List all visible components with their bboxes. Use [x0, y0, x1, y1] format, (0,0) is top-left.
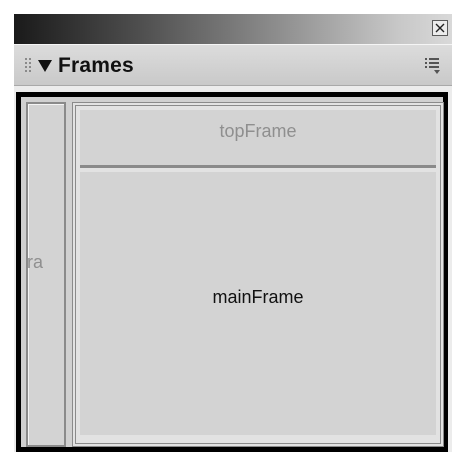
gripper-icon[interactable] — [25, 58, 31, 75]
collapse-toggle[interactable]: Frames — [38, 53, 134, 79]
main-frame-label: mainFrame — [212, 287, 304, 307]
panel-header[interactable]: Frames — [14, 44, 452, 86]
root-frameset[interactable]: Fra topFrame mainFrame — [16, 92, 448, 452]
top-frame[interactable]: topFrame — [80, 110, 436, 168]
frames-content: Fra topFrame mainFrame — [14, 86, 452, 452]
close-button[interactable] — [432, 20, 448, 36]
panel-titlebar[interactable] — [14, 14, 452, 44]
triangle-down-icon — [38, 60, 52, 72]
left-frame[interactable]: Fra — [26, 102, 66, 447]
frames-panel: Frames Fra topFrame mainFrame — [14, 14, 452, 452]
main-frame[interactable]: mainFrame — [80, 172, 436, 435]
left-frame-label: Fra — [26, 252, 43, 272]
nested-frameset[interactable]: topFrame mainFrame — [72, 102, 444, 447]
close-x-icon — [435, 23, 445, 33]
top-frame-label: topFrame — [219, 121, 297, 141]
panel-title: Frames — [58, 54, 134, 77]
panel-options-menu-icon[interactable] — [424, 57, 442, 75]
